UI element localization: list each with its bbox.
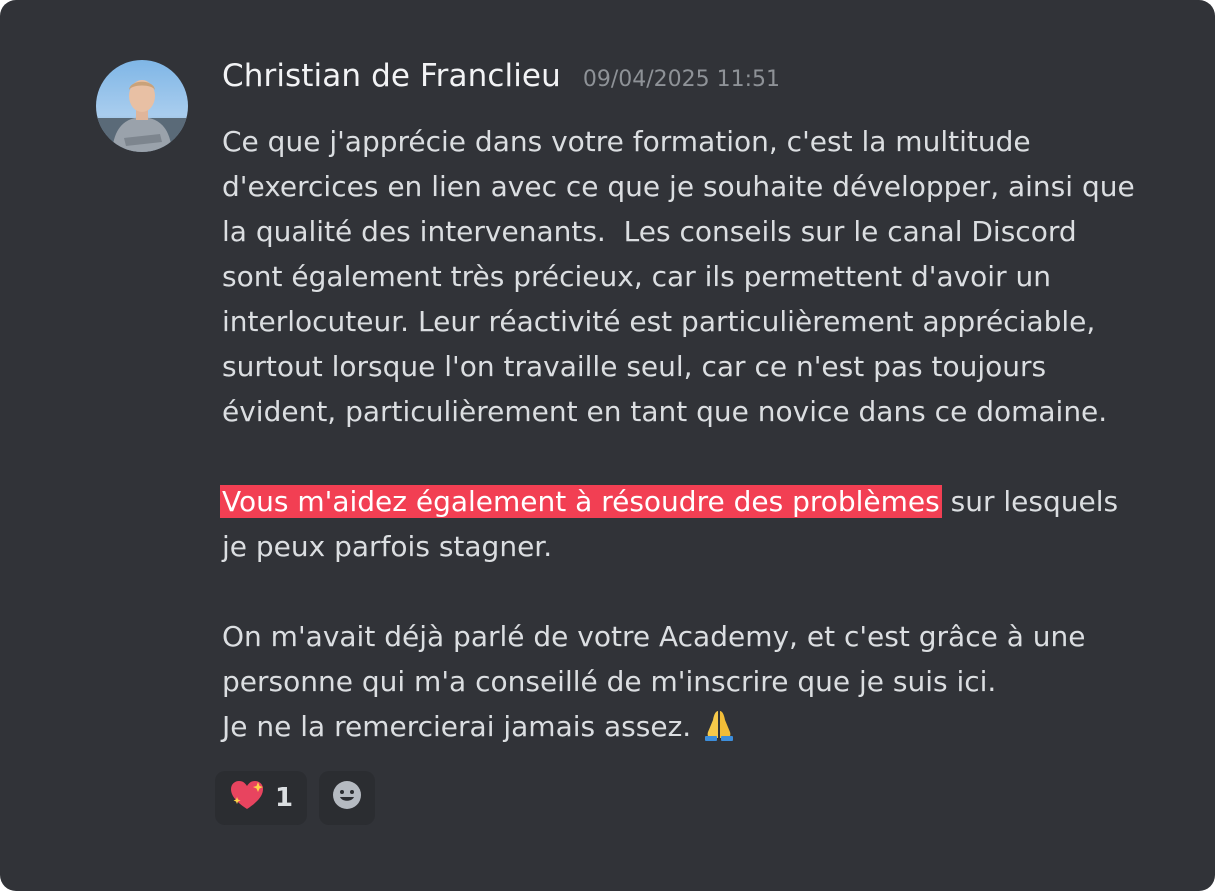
sparkling-heart-icon: [229, 779, 265, 818]
message-line: sont également très précieux, car ils pe…: [222, 260, 1051, 293]
message-line: On m'avait déjà parlé de votre Academy, …: [222, 620, 1086, 653]
avatar[interactable]: [96, 60, 188, 152]
reactions-bar: 1: [215, 771, 376, 825]
message-line: je peux parfois stagner.: [222, 530, 553, 563]
message-line: d'exercices en lien avec ce que je souha…: [222, 170, 1135, 203]
paragraph-break: [222, 434, 1182, 479]
message-line: surtout lorsque l'on travaille seul, car…: [222, 350, 1047, 383]
highlighted-text: Vous m'aidez également à résoudre des pr…: [220, 485, 942, 518]
reaction-sparkling-heart[interactable]: 1: [215, 771, 308, 825]
message-text: sur lesquels: [941, 485, 1119, 518]
folded-hands-icon: [699, 708, 739, 755]
paragraph-break: [222, 569, 1182, 614]
username[interactable]: Christian de Franclieu: [222, 58, 561, 94]
add-reaction-button[interactable]: [319, 771, 376, 825]
message-line: personne qui m'a conseillé de m'inscrire…: [222, 665, 997, 698]
message-header: Christian de Franclieu 09/04/2025 11:51: [222, 58, 780, 94]
timestamp: 09/04/2025 11:51: [582, 67, 781, 92]
message-line: interlocuteur. Leur réactivité est parti…: [222, 305, 1096, 338]
message-line: évident, particulièrement en tant que no…: [222, 395, 1108, 428]
message-line: la qualité des intervenants. Les conseil…: [222, 215, 1077, 248]
message-card: Christian de Franclieu 09/04/2025 11:51 …: [0, 0, 1215, 891]
message-line: Ce que j'apprécie dans votre formation, …: [222, 125, 1031, 158]
message-text: Je ne la remercierai jamais assez.: [222, 710, 692, 743]
message-line: Je ne la remercierai jamais assez.: [222, 704, 1182, 749]
message-line: Vous m'aidez également à résoudre des pr…: [220, 479, 1182, 524]
avatar-photo: [96, 60, 188, 152]
reaction-count: 1: [275, 783, 294, 813]
smiley-add-reaction-icon: [331, 779, 363, 818]
message-content: Ce que j'apprécie dans votre formation, …: [220, 119, 1182, 749]
